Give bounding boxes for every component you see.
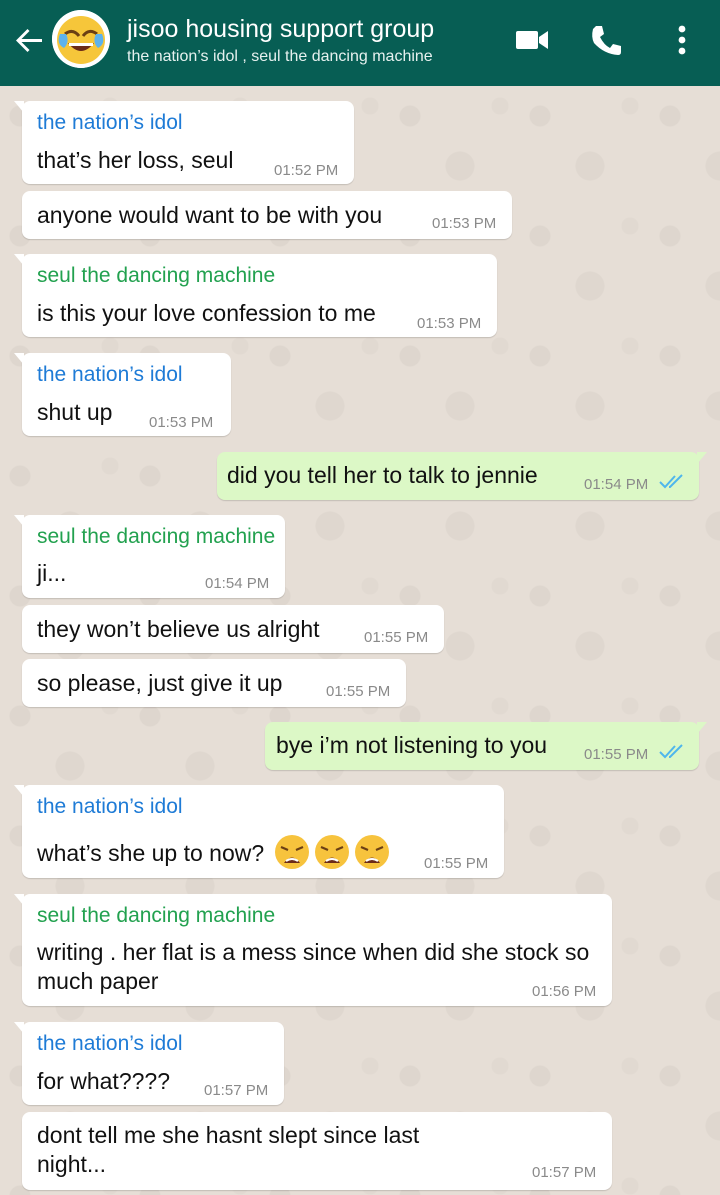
message-bubble[interactable]: the nation’s idol for what???? 01:57 PM [14,1022,284,1105]
message-bubble[interactable]: so please, just give it up 01:55 PM [22,659,406,707]
message-time: 01:53 PM [149,414,214,431]
more-options-icon[interactable] [662,20,702,60]
group-avatar-emoji[interactable] [52,10,110,68]
message-time: 01:52 PM [274,162,339,179]
message-bubble-outgoing[interactable]: bye i’m not listening to you 01:55 PM [265,722,707,770]
message-time: 01:57 PM [532,1164,597,1181]
message-bubble[interactable]: seul the dancing machine ji... 01:54 PM [14,515,285,598]
sender-name: seul the dancing machine [37,525,276,548]
back-arrow-icon[interactable] [12,22,48,58]
bubble-tail [14,254,24,266]
message-time: 01:54 PM [205,575,270,592]
message-bubble[interactable]: anyone would want to be with you 01:53 P… [22,191,512,239]
weary-face-emoji [313,833,351,877]
weary-face-emoji [273,833,311,877]
message-text: writing . her flat is a mess since when … [37,939,590,994]
bubble-tail [14,101,24,113]
message-text: ji... [37,560,67,586]
read-receipt-icon [659,473,687,491]
bubble-tail [14,515,24,527]
bubble-tail [14,1022,24,1034]
message-bubble-outgoing[interactable]: did you tell her to talk to jennie 01:54… [217,452,707,500]
sender-name: the nation’s idol [37,795,183,818]
message-text: so please, just give it up [37,670,283,696]
message-bubble[interactable]: the nation’s idol what’s she up to now? … [14,785,504,878]
sender-name: the nation’s idol [37,111,183,134]
message-bubble[interactable]: the nation’s idol shut up 01:53 PM [14,353,231,436]
message-time: 01:54 PM [584,476,649,493]
message-text: is this your love confession to me [37,300,376,326]
message-bubble[interactable]: dont tell me she hasnt slept since last … [22,1112,612,1190]
message-text: did you tell her to talk to jennie [227,462,538,488]
message-bubble[interactable]: the nation’s idol that’s her loss, seul … [14,101,354,184]
sender-name: seul the dancing machine [37,904,276,927]
message-time: 01:55 PM [326,683,391,700]
sender-name: the nation’s idol [37,363,183,386]
message-text-content: what’s she up to now? [37,840,265,867]
chat-title[interactable]: jisoo housing support group [127,15,434,44]
read-receipt-icon [659,743,687,761]
sender-name: seul the dancing machine [37,264,276,287]
message-bubble[interactable]: seul the dancing machine writing . her f… [14,894,612,1006]
message-text: that’s her loss, seul [37,147,234,173]
message-bubble[interactable]: they won’t believe us alright 01:55 PM [22,605,444,653]
bubble-tail [14,353,24,365]
bubble-tail [14,894,24,906]
message-time: 01:55 PM [584,746,649,763]
sender-name: the nation’s idol [37,1032,183,1055]
message-text: dont tell me she hasnt slept since last … [37,1122,420,1177]
bubble-tail [697,452,707,464]
message-time: 01:53 PM [417,315,482,332]
message-text: shut up [37,399,113,425]
message-time: 01:56 PM [532,983,597,1000]
bubble-tail [697,722,707,734]
video-call-icon[interactable] [512,20,552,60]
chat-participants[interactable]: the nation’s idol , seul the dancing mac… [127,48,433,66]
bubble-tail [14,785,24,797]
voice-call-icon[interactable] [585,20,625,60]
message-text: what’s she up to now? [37,833,391,877]
message-text: bye i’m not listening to you [276,732,548,758]
message-time: 01:55 PM [364,629,429,646]
message-text: for what???? [37,1068,170,1094]
message-bubble[interactable]: seul the dancing machine is this your lo… [14,254,497,337]
weary-face-emoji [353,833,391,877]
message-text: anyone would want to be with you [37,202,383,228]
chat-header: jisoo housing support group the nation’s… [0,0,720,86]
message-text: they won’t believe us alright [37,616,320,642]
message-time: 01:53 PM [432,215,497,232]
message-time: 01:55 PM [424,855,489,872]
message-time: 01:57 PM [204,1082,269,1099]
